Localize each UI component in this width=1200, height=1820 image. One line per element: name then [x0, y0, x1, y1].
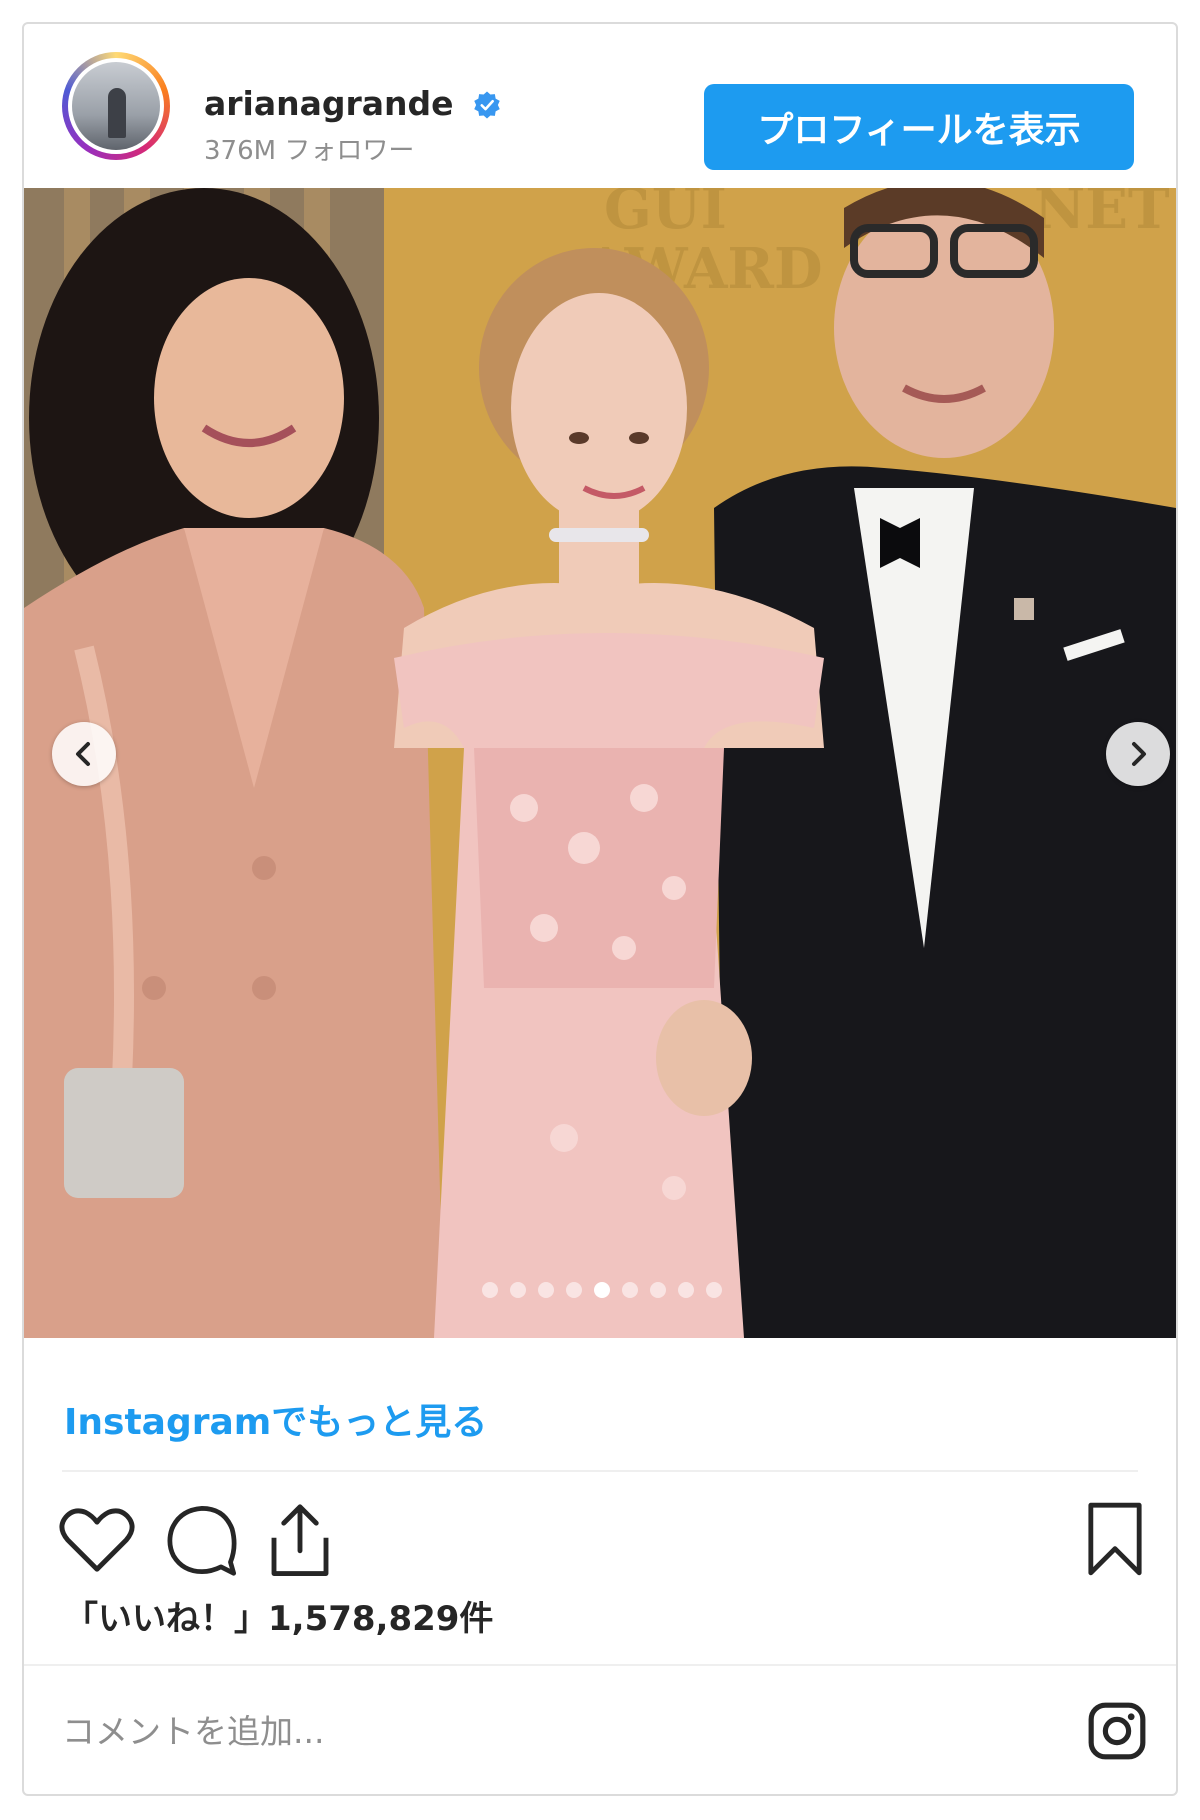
carousel-dot-active[interactable]: [594, 1282, 610, 1298]
post-image: GUI AWARD NET: [24, 188, 1176, 1338]
carousel-next-button[interactable]: [1106, 722, 1170, 786]
svg-text:GUI: GUI: [604, 188, 727, 242]
username[interactable]: arianagrande: [204, 84, 454, 124]
avatar[interactable]: [62, 52, 170, 160]
action-bar: [24, 1484, 1176, 1584]
add-comment-input[interactable]: コメントを追加...: [62, 1710, 324, 1754]
post-header: arianagrande 376M フォロワー プロフィールを表示: [24, 24, 1176, 188]
instagram-embed-card: arianagrande 376M フォロワー プロフィールを表示 GUI AW…: [22, 22, 1178, 1796]
carousel-indicator: [482, 1282, 722, 1298]
post-photo[interactable]: GUI AWARD NET: [24, 188, 1176, 1338]
carousel-dot[interactable]: [566, 1282, 582, 1298]
follower-count: 376M フォロワー: [204, 136, 415, 166]
carousel-dot[interactable]: [538, 1282, 554, 1298]
carousel-dot[interactable]: [678, 1282, 694, 1298]
divider: [62, 1470, 1138, 1472]
verified-badge-icon: [474, 91, 500, 119]
divider: [24, 1664, 1176, 1666]
carousel-dot[interactable]: [622, 1282, 638, 1298]
carousel-dot[interactable]: [650, 1282, 666, 1298]
carousel-dot[interactable]: [706, 1282, 722, 1298]
chevron-right-icon: [1132, 742, 1146, 766]
bookmark-icon[interactable]: [1086, 1500, 1144, 1578]
chevron-left-icon: [76, 742, 90, 766]
carousel-dot[interactable]: [482, 1282, 498, 1298]
share-icon[interactable]: [264, 1502, 336, 1580]
view-profile-button[interactable]: プロフィールを表示: [704, 84, 1134, 170]
view-more-on-instagram-link[interactable]: Instagramでもっと見る: [64, 1400, 487, 1446]
svg-text:NET: NET: [1034, 188, 1170, 242]
comment-bubble-icon[interactable]: [164, 1502, 240, 1578]
carousel-prev-button[interactable]: [52, 722, 116, 786]
like-count[interactable]: 「いいね！」1,578,829件: [64, 1594, 493, 1644]
carousel-dot[interactable]: [510, 1282, 526, 1298]
heart-icon[interactable]: [58, 1504, 136, 1576]
instagram-logo-icon[interactable]: [1086, 1700, 1148, 1762]
